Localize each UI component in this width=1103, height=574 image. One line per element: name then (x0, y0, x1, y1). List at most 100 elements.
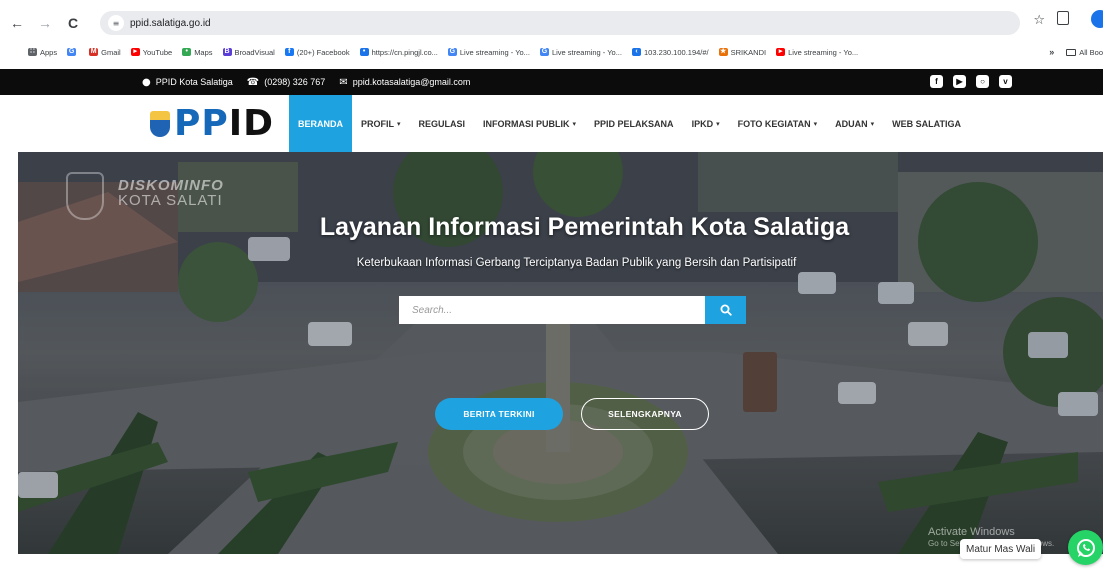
bookmark-item[interactable]: G Live streaming - Yo... (539, 48, 622, 57)
google-icon: G (539, 48, 549, 56)
map-pin-icon: ● (142, 76, 151, 88)
nav-label: INFORMASI PUBLIK (483, 118, 570, 129)
search-input[interactable] (399, 296, 705, 324)
gmail-icon: M (89, 48, 99, 56)
site-info-icon[interactable]: ≡ (108, 15, 124, 31)
more-bookmarks-icon[interactable]: » (1049, 47, 1054, 57)
whatsapp-icon (1076, 538, 1095, 557)
search-button[interactable] (705, 296, 746, 324)
bookmark-star-icon[interactable]: ☆ (1033, 13, 1045, 28)
social-links: f ▶ ○ v (930, 75, 1012, 88)
google-icon: G (447, 48, 457, 56)
bookmark-label: BroadVisual (234, 47, 275, 57)
site-header: PPID BERANDA PROFIL ▾ REGULASI INFORMASI PUB… (0, 95, 1103, 152)
nav-label: ADUAN (835, 118, 868, 129)
bookmark-item[interactable]: ‹ 103.230.100.194/#/ (631, 47, 709, 57)
youtube-icon: ▸ (130, 48, 140, 56)
watermark-line1: DISKOMINFO (118, 177, 224, 194)
nav-label: PPID PELAKSANA (594, 118, 674, 129)
chevron-down-icon: ▾ (813, 119, 818, 128)
bookmark-item[interactable]: M Gmail (89, 48, 121, 57)
ppid-logo[interactable]: PPID (150, 103, 275, 144)
bookmark-label: Gmail (101, 47, 121, 57)
nav-label: WEB SALATIGA (892, 118, 961, 129)
instagram-icon[interactable]: ○ (976, 75, 989, 88)
email-contact[interactable]: ✉ ppid.kotasalatiga@gmail.com (339, 77, 470, 88)
srikandi-icon: ★ (718, 48, 728, 56)
broadvisual-icon: B (222, 48, 232, 56)
bookmark-item[interactable]: ★ SRIKANDI (718, 48, 766, 57)
back-icon[interactable]: ← (6, 12, 28, 34)
bookmark-item[interactable]: ▸ YouTube (130, 47, 173, 57)
profile-avatar-icon[interactable] (1091, 10, 1103, 28)
logo-text: PPID (174, 103, 275, 144)
contact-info: ● PPID Kota Salatiga ☎ (0298) 326 767 ✉ ppi… (142, 69, 470, 95)
address-bar[interactable]: ≡ ppid.salatiga.go.id (100, 11, 1020, 35)
reload-icon[interactable]: C (62, 12, 84, 34)
hero-title: Layanan Informasi Pemerintah Kota Salati… (319, 213, 850, 241)
google-icon: G (67, 48, 77, 56)
nav-item-ipkd[interactable]: IPKD ▾ (683, 95, 729, 152)
forward-icon[interactable]: → (34, 12, 56, 34)
bookmark-item[interactable]: • Maps (182, 47, 213, 57)
nav-item-ppid-pelaksana[interactable]: PPID PELAKSANA (585, 95, 683, 152)
bookmarks-bar: ∷ Apps G M Gmail ▸ YouTube • Maps B BroadVisual f (2… (0, 42, 1103, 62)
nav-label: BERANDA (298, 118, 343, 129)
youtube-icon[interactable]: ▶ (953, 75, 966, 88)
chevron-down-icon: ▾ (397, 119, 401, 128)
youtube-icon: ▸ (776, 48, 786, 56)
berita-terkini-button[interactable]: BERITA TERKINI (435, 398, 563, 430)
bookmark-item[interactable]: f (20+) Facebook (284, 47, 350, 57)
nav-item-foto-kegiatan[interactable]: FOTO KEGIATAN ▾ (729, 95, 827, 152)
bookmark-label: YouTube (142, 47, 173, 57)
chevron-down-icon: ▾ (716, 119, 720, 128)
city-emblem-icon (150, 111, 170, 137)
vimeo-icon[interactable]: v (999, 75, 1012, 88)
contact-strip: ● PPID Kota Salatiga ☎ (0298) 326 767 ✉ ppi… (0, 69, 1103, 95)
nav-item-profil[interactable]: PROFIL ▾ (352, 95, 410, 152)
bookmarks-overflow: » All Boo (1043, 42, 1103, 62)
nav-item-informasi-publik[interactable]: INFORMASI PUBLIK ▾ (474, 95, 585, 152)
nav-item-web-salatiga[interactable]: WEB SALATIGA (883, 95, 970, 152)
chevron-down-icon: ▾ (572, 119, 577, 128)
bookmark-item[interactable]: G (67, 48, 79, 56)
all-bookmarks-label[interactable]: All Boo (1079, 48, 1103, 57)
bookmark-label: 103.230.100.194/#/ (643, 47, 709, 57)
bookmark-label: https://cn.pingjl.co... (371, 47, 438, 57)
selengkapnya-button[interactable]: SELENGKAPNYA (581, 398, 709, 430)
envelope-icon: ✉ (339, 76, 348, 88)
email-address[interactable]: ppid.kotasalatiga@gmail.com (353, 77, 471, 87)
extensions-icon[interactable] (1057, 11, 1069, 25)
bookmark-item[interactable]: ∷ Apps (28, 48, 57, 57)
nav-label: PROFIL (361, 118, 394, 129)
phone-number[interactable]: (0298) 326 767 (264, 77, 325, 87)
link-icon: • (359, 48, 369, 56)
main-nav: BERANDA PROFIL ▾ REGULASI INFORMASI PUBLIK ▾ P… (289, 95, 970, 152)
browser-window: ← → C ≡ ppid.salatiga.go.id ☆ ∷ Apps G M Gma… (0, 0, 1103, 574)
phone-contact[interactable]: ☎ (0298) 326 767 (247, 77, 326, 88)
facebook-icon[interactable]: f (930, 75, 943, 88)
url-text[interactable]: ppid.salatiga.go.id (130, 18, 211, 29)
nav-item-beranda[interactable]: BERANDA (289, 95, 352, 152)
folder-icon (1066, 48, 1077, 56)
bookmark-label: Maps (194, 47, 213, 57)
chat-label[interactable]: Matur Mas Wali (960, 539, 1042, 559)
nav-item-regulasi[interactable]: REGULASI (410, 95, 475, 152)
activate-line1: Activate Windows (928, 526, 1015, 538)
hero-banner: DISKOMINFO KOTA SALATI Layanan Informasi… (18, 152, 1103, 554)
bookmark-item[interactable]: • https://cn.pingjl.co... (359, 47, 438, 57)
bookmark-label: Live streaming - Yo... (788, 47, 859, 57)
bookmark-item[interactable]: G Live streaming - Yo... (447, 48, 530, 57)
nav-item-aduan[interactable]: ADUAN ▾ (826, 95, 883, 152)
diskominfo-watermark: DISKOMINFO KOTA SALATI (118, 178, 224, 208)
bookmark-item[interactable]: ▸ Live streaming - Yo... (776, 48, 858, 57)
nav-label: REGULASI (418, 118, 466, 129)
hero-subtitle: Keterbukaan Informasi Gerbang Terciptany… (356, 257, 797, 269)
browser-toolbar: ← → C ≡ ppid.salatiga.go.id ☆ (0, 8, 1103, 38)
nav-label: IPKD (691, 118, 714, 129)
whatsapp-chat-button[interactable] (1068, 530, 1103, 565)
phone-icon: ☎ (246, 76, 260, 88)
bookmark-item[interactable]: B BroadVisual (222, 47, 275, 57)
bookmark-label: (20+) Facebook (296, 47, 350, 57)
facebook-icon: f (284, 48, 294, 56)
